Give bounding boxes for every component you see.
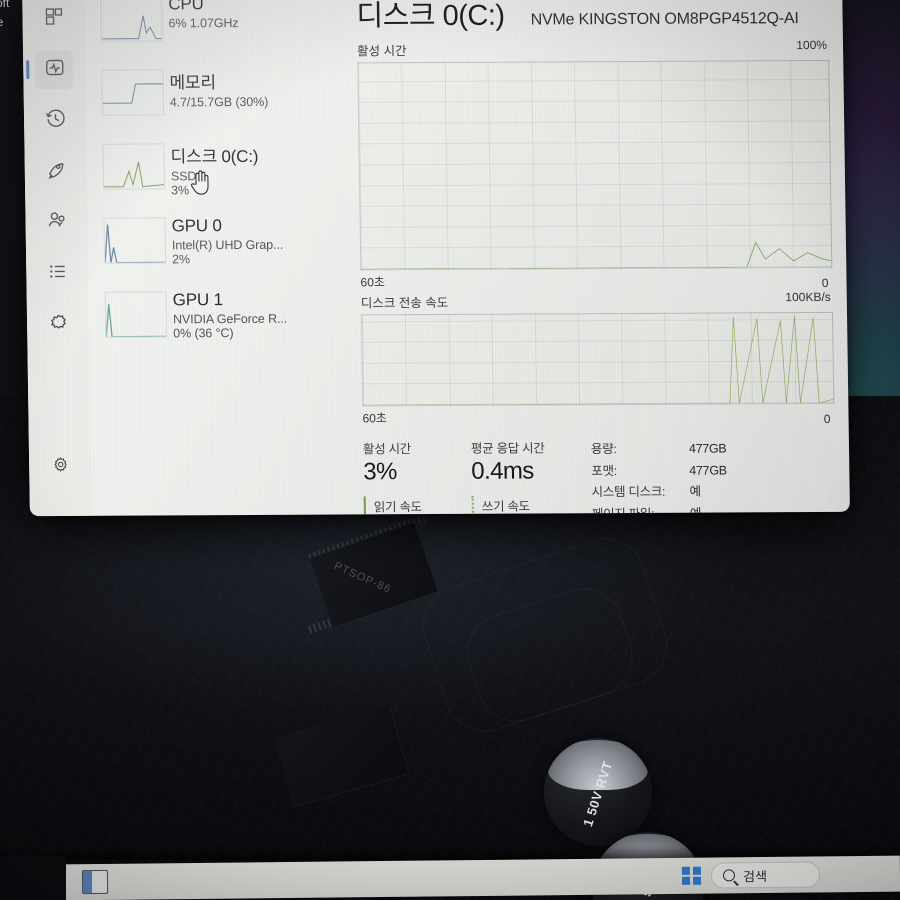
task-manager-window: CPU 6% 1.07GHz 메모리 4.7/15.7GB (30%) 디스크 … [22,0,850,517]
property-row: 포맷: 477GB [591,460,727,482]
sidebar-item-services[interactable] [39,306,78,344]
search-icon [723,869,736,882]
stat-avg-response: 평균 응답 시간 0.4ms [471,437,580,486]
resource-sub: 4.7/15.7GB (30%) [169,94,269,110]
resource-name: GPU 1 [172,290,223,310]
property-value: 477GB [689,462,727,478]
active-time-label: 활성 시간 [356,44,407,59]
sidebar-item-details[interactable] [38,255,77,293]
history-clock-icon [44,108,65,134]
stats-left: 활성 시간 3% 평균 응답 시간 0.4ms 읽기 속도 24.4MB/s [363,437,581,517]
stat-caption: 읽기 속도 [373,500,422,515]
resource-sub: 6% 1.07GHz [168,16,239,31]
sidebar-item-performance[interactable] [26,50,74,90]
services-gear-icon [47,312,68,338]
resource-sub2: 2% [172,252,191,267]
memory-sparkline [101,69,164,116]
stat-caption: 평균 응답 시간 [470,441,545,456]
screen: PTSOP-86 1 50V RVT 1 50V soft ge [0,0,900,900]
property-value: 예 [689,484,701,499]
taskbar-left-bezel [0,856,66,900]
property-key: 포맷: [591,463,617,478]
stat-value: 0.4ms [471,457,534,485]
users-icon [46,210,67,236]
property-row: 시스템 디스크: 예 [591,481,727,503]
stat-caption: 쓰기 속도 [481,499,530,514]
stat-caption: 활성 시간 [362,442,412,457]
windows-start-icon[interactable] [681,866,702,886]
active-time-max: 100% [796,37,828,53]
taskbar-task-manager-icon[interactable] [81,869,109,895]
stats-section: 활성 시간 3% 평균 응답 시간 0.4ms 읽기 속도 24.4MB/s [363,436,837,517]
resource-sub: SSD [170,169,197,184]
sidebar-item-app-history[interactable] [36,102,75,140]
transfer-rate-max: 100KB/s [785,289,831,305]
list-item-gpu1[interactable]: GPU 1 NVIDIA GeForce R... 0% (36 °C) [89,284,348,359]
property-value: 477GB [688,441,727,456]
performance-icon [44,57,65,83]
navigation-rail [22,0,92,517]
capacitor: 1 50V RVT [544,738,652,846]
transfer-rate-min: 0 [823,411,831,426]
resource-sub2: 3% [170,183,190,198]
list-item-gpu0[interactable]: GPU 0 Intel(R) UHD Grap... 2% [87,210,346,285]
gpu1-sparkline [104,291,168,338]
list-item-disk0[interactable]: 디스크 0(C:) SSD 3% [86,136,345,211]
disk-model: NVMe KINGSTON OM8PGP4512Q-AI [530,10,799,29]
gear-icon [52,456,69,478]
stats-row-rw: 읽기 속도 24.4MB/s 쓰기 속도 3.3MB/s [363,495,581,517]
resource-name: GPU 0 [171,216,222,236]
resource-sub: NVIDIA GeForce R... [172,311,288,327]
startup-rocket-icon [45,159,66,185]
sidebar-item-users[interactable] [37,204,76,242]
disk-properties: 용량: 477GB 포맷: 477GB 시스템 디스크: 예 페이지 파일: 예 [591,436,728,516]
active-time-min: 0 [821,275,829,290]
transfer-rate-time: 60초 [362,411,387,426]
resource-name: CPU [168,0,204,14]
active-time-chart [357,59,833,271]
stat-value: 3% [363,458,397,486]
detail-pane: 디스크 0(C:) NVMe KINGSTON OM8PGP4512Q-AI 활… [342,0,850,517]
stats-row-primary: 활성 시간 3% 평균 응답 시간 0.4ms [363,437,580,486]
stat-read-speed: 읽기 속도 24.4MB/s [363,495,473,517]
hamburger-menu-icon [44,7,63,31]
taskbar-search-box[interactable]: 검색 [710,861,821,889]
details-list-icon [47,261,68,287]
selection-indicator [26,60,30,80]
resource-sub2: 0% (36 °C) [173,326,234,341]
list-item-memory[interactable]: 메모리 4.7/15.7GB (30%) [85,62,344,137]
active-time-graph-wrap: 활성 시간 100% 60초 0 [357,38,833,290]
resource-sub: Intel(R) UHD Grap... [171,237,284,253]
cpu-sparkline [100,0,163,42]
resource-name: 디스크 0(C:) [170,146,259,167]
sidebar-item-startup-apps[interactable] [37,153,76,191]
transfer-rate-graph-wrap: 디스크 전송 속도 100KB/s 60초 0 [361,290,835,426]
taskbar-right-cluster: 검색 [681,861,900,889]
stat-active-time: 활성 시간 3% [363,438,472,487]
disk-sparkline [102,143,166,190]
search-placeholder: 검색 [742,868,768,884]
stat-write-speed: 쓰기 속도 3.3MB/s [471,495,581,517]
sidebar-item-hamburger-menu[interactable] [34,0,73,38]
resource-list: CPU 6% 1.07GHz 메모리 4.7/15.7GB (30%) 디스크 … [84,0,350,516]
transfer-rate-label: 디스크 전송 속도 [360,295,449,311]
detail-header: 디스크 0(C:) NVMe KINGSTON OM8PGP4512Q-AI [356,0,829,34]
page-title: 디스크 0(C:) [356,0,505,33]
transfer-rate-chart [360,311,835,407]
property-key: 시스템 디스크: [591,484,666,500]
list-item-cpu[interactable]: CPU 6% 1.07GHz [84,0,343,64]
property-row: 용량: 477GB [591,438,727,460]
settings-button[interactable] [41,448,80,486]
active-time-time: 60초 [360,275,385,290]
gpu0-sparkline [103,217,167,264]
property-key: 용량: [590,442,617,457]
resource-name: 메모리 [169,73,216,93]
